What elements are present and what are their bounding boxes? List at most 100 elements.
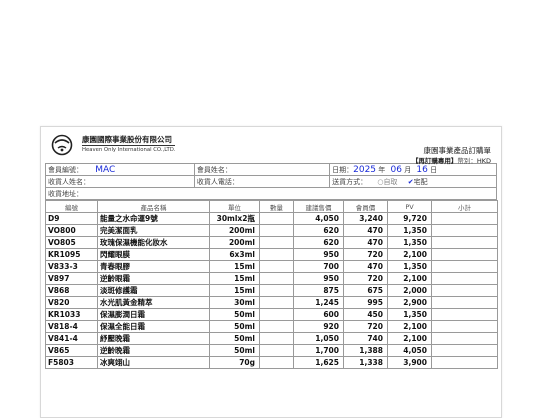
product-name: 紓壓晚霜 (97, 332, 210, 345)
subtotal[interactable] (431, 272, 498, 285)
product-code: F5803 (45, 356, 98, 369)
table-row: VO800 完美潔面乳 200ml 620 470 1,350 (45, 224, 498, 237)
date-year: 2025 (353, 164, 377, 175)
product-code: V865 (45, 344, 98, 357)
header-member-price: 會員價 (343, 200, 388, 213)
product-unit: 50ml (209, 320, 260, 333)
member-id-value: MAC (95, 164, 116, 175)
quantity-input[interactable] (259, 260, 294, 273)
pv-value: 2,000 (387, 284, 432, 297)
product-name: 能量之水命運9號 (97, 212, 210, 225)
subtotal[interactable] (431, 308, 498, 321)
address-cell[interactable]: 收貨地址： (45, 187, 497, 200)
subtotal[interactable] (431, 248, 498, 261)
quantity-input[interactable] (259, 224, 294, 237)
product-code: VO800 (45, 224, 98, 237)
suggested-price: 620 (293, 224, 344, 237)
suggested-price: 1,050 (293, 332, 344, 345)
subtotal[interactable] (431, 236, 498, 249)
product-unit: 50ml (209, 332, 260, 345)
recipient-phone-label: 收貨人電話： (196, 177, 239, 186)
company-name: 康園國際事業股份有限公司 (82, 135, 172, 144)
product-code: D9 (45, 212, 98, 225)
date-day: 16 (416, 164, 428, 175)
table-row: F5803 冰爽翊山 70g 1,625 1,338 3,900 (45, 356, 498, 369)
product-code: KR1033 (45, 308, 98, 321)
product-code: V868 (45, 284, 98, 297)
delivery-method-cell: 送貨方式： ○自取 ✔宅配 (329, 175, 497, 188)
pv-value: 1,350 (387, 260, 432, 273)
product-rows: D9 能量之水命運9號 30mlx2瓶 4,050 3,240 9,720 VO800 完美潔… (45, 212, 498, 369)
product-name: 玫瑰保濕機能化妝水 (97, 236, 210, 249)
table-row: V818-4 保濕全能日霜 50ml 920 720 2,100 (45, 320, 498, 333)
suggested-price: 950 (293, 248, 344, 261)
recipient-name-cell[interactable]: 收貨人姓名： (45, 175, 195, 188)
table-row: V868 淡斑修護霜 15ml 875 675 2,000 (45, 284, 498, 297)
recipient-phone-cell[interactable]: 收貨人電話： (193, 175, 331, 188)
suggested-price: 950 (293, 272, 344, 285)
customer-info-table: 會員編號： MAC 會員姓名： 日期：2025 年 06 月 16 日 收貨人姓… (45, 163, 497, 200)
product-name: 保濕全能日霜 (97, 320, 210, 333)
pv-value: 2,900 (387, 296, 432, 309)
member-price: 995 (343, 296, 388, 309)
member-price: 675 (343, 284, 388, 297)
quantity-input[interactable] (259, 284, 294, 297)
header-subtotal: 小計 (431, 200, 498, 213)
home-delivery-option[interactable]: ✔宅配 (408, 178, 428, 186)
product-unit: 70g (209, 356, 260, 369)
member-name-label: 會員姓名： (196, 165, 232, 174)
product-code: V818-4 (45, 320, 98, 333)
subtotal[interactable] (431, 344, 498, 357)
member-price: 1,388 (343, 344, 388, 357)
member-name-cell[interactable]: 會員姓名： (193, 163, 331, 176)
quantity-input[interactable] (259, 356, 294, 369)
currency-label: 幣別： (457, 157, 477, 165)
header-suggested-price: 建議售價 (293, 200, 344, 213)
subtotal[interactable] (431, 284, 498, 297)
member-price: 470 (343, 224, 388, 237)
product-code: V841-4 (45, 332, 98, 345)
pv-value: 2,100 (387, 272, 432, 285)
address-label: 收貨地址： (48, 189, 83, 198)
date-label: 日期： (332, 165, 354, 174)
product-unit: 200ml (209, 224, 260, 237)
quantity-input[interactable] (259, 344, 294, 357)
subtotal[interactable] (431, 296, 498, 309)
pv-value: 1,350 (387, 308, 432, 321)
quantity-input[interactable] (259, 296, 294, 309)
quantity-input[interactable] (259, 320, 294, 333)
product-table: 編號 產品名稱 單位 數量 建議售價 會員價 PV 小計 D9 能量之水命運9號 3… (45, 200, 498, 369)
product-name: 淡斑修護霜 (97, 284, 210, 297)
product-unit: 30ml (209, 296, 260, 309)
subtotal[interactable] (431, 260, 498, 273)
month-unit: 月 (404, 165, 412, 174)
table-row: V833-3 青春眼膠 15ml 700 470 1,350 (45, 260, 498, 273)
product-code: V833-3 (45, 260, 98, 273)
subtotal[interactable] (431, 356, 498, 369)
header-unit: 單位 (209, 200, 260, 213)
suggested-price: 600 (293, 308, 344, 321)
product-unit: 15ml (209, 272, 260, 285)
company-logo-icon (51, 134, 73, 156)
member-id-cell[interactable]: 會員編號： MAC (45, 163, 195, 176)
quantity-input[interactable] (259, 212, 294, 225)
quantity-input[interactable] (259, 248, 294, 261)
table-row: KR1033 保濕膨潤日霜 50ml 600 450 1,350 (45, 308, 498, 321)
subtotal[interactable] (431, 320, 498, 333)
suggested-price: 4,050 (293, 212, 344, 225)
product-unit: 200ml (209, 236, 260, 249)
pv-value: 4,050 (387, 344, 432, 357)
subtotal[interactable] (431, 212, 498, 225)
pv-value: 3,900 (387, 356, 432, 369)
suggested-price: 620 (293, 236, 344, 249)
quantity-input[interactable] (259, 332, 294, 345)
subtotal[interactable] (431, 224, 498, 237)
pickup-option[interactable]: ○自取 (377, 178, 397, 186)
quantity-input[interactable] (259, 236, 294, 249)
quantity-input[interactable] (259, 308, 294, 321)
table-header-row: 編號 產品名稱 單位 數量 建議售價 會員價 PV 小計 (45, 200, 498, 213)
order-date-cell[interactable]: 日期：2025 年 06 月 16 日 (329, 163, 497, 176)
subtotal[interactable] (431, 332, 498, 345)
suggested-price: 875 (293, 284, 344, 297)
quantity-input[interactable] (259, 272, 294, 285)
